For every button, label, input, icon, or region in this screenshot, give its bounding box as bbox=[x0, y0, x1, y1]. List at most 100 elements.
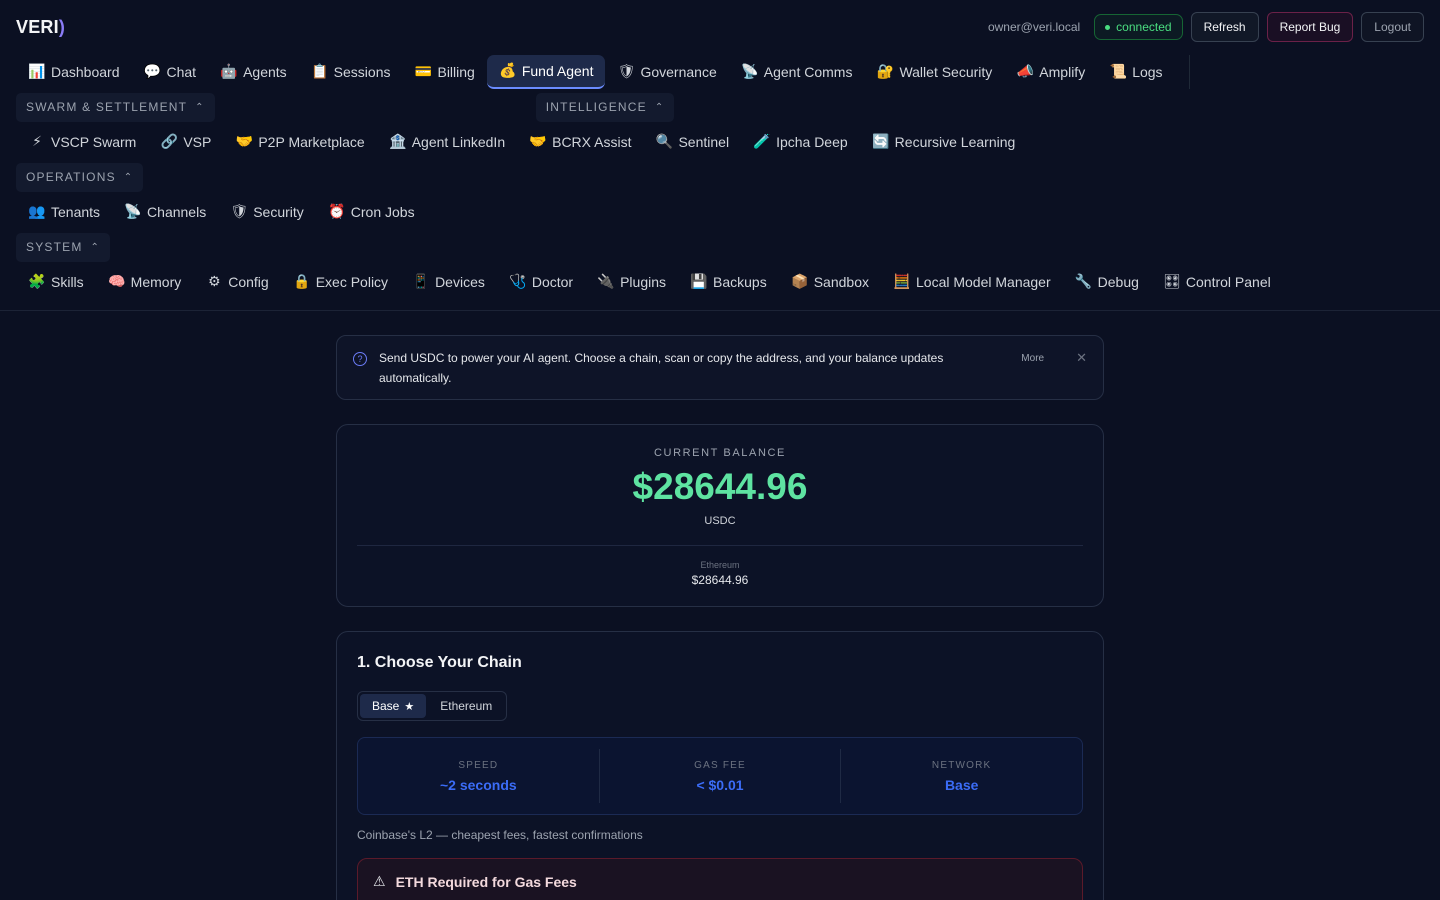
refresh-button[interactable]: Refresh bbox=[1190, 12, 1259, 42]
primary-nav: 📊 Dashboard 💬 Chat 🤖 Agents 📋 Sessions 💳 Bill… bbox=[0, 54, 1440, 90]
chart-icon: 📊 bbox=[28, 64, 46, 80]
stat-value: Base bbox=[944, 776, 979, 793]
chain-breakdown-amount: $28644.96 bbox=[691, 573, 749, 587]
nav-item-agent-comms[interactable]: 📡 Agent Comms bbox=[729, 55, 865, 89]
stat-speed: SPEED ~2 seconds bbox=[358, 749, 599, 803]
nav-item-wallet-security[interactable]: 🔐 Wallet Security bbox=[864, 55, 1004, 89]
choose-chain-card: 1. Choose Your Chain Base ★ Ethereum SPEE… bbox=[336, 631, 1104, 900]
nav-item-tenants[interactable]: 👥 Tenants bbox=[16, 195, 112, 229]
nav-item-fund-agent[interactable]: 💰 Fund Agent bbox=[486, 55, 606, 89]
nav-item-doctor[interactable]: 🩺 Doctor bbox=[497, 265, 585, 299]
nav-item-debug[interactable]: 🔧 Debug bbox=[1063, 265, 1151, 299]
info-more-link[interactable]: More bbox=[1021, 353, 1044, 364]
stat-value: < $0.01 bbox=[696, 776, 744, 793]
nav-item-vscp-swarm[interactable]: ⚡ VSCP Swarm bbox=[16, 125, 148, 159]
nav-item-vsp[interactable]: 🔗 VSP bbox=[148, 125, 223, 159]
group-toggle-operations[interactable]: OPERATIONS ⌃ bbox=[16, 162, 144, 192]
lock-icon: 🔒 bbox=[292, 274, 311, 290]
nav-item-dashboard[interactable]: 📊 Dashboard bbox=[16, 55, 132, 89]
nav-item-billing[interactable]: 💳 Billing bbox=[402, 55, 486, 89]
nav-label: BCRX Assist bbox=[552, 134, 632, 150]
nav-item-bcrx-assist[interactable]: 🤝 BCRX Assist bbox=[517, 125, 643, 159]
group-toggle-swarm[interactable]: SWARM & SETTLEMENT ⌃ bbox=[16, 92, 215, 122]
nav-item-backups[interactable]: 💾 Backups bbox=[678, 265, 779, 299]
nav-item-local-model-manager[interactable]: 🧮 Local Model Manager bbox=[881, 265, 1063, 299]
nav-item-sandbox[interactable]: 📦 Sandbox bbox=[779, 265, 881, 299]
package-icon: 📦 bbox=[791, 274, 809, 290]
section-title: 1. Choose Your Chain bbox=[357, 654, 522, 671]
nav-item-config[interactable]: ⚙ Config bbox=[193, 265, 280, 299]
group-label-text: SWARM & SETTLEMENT bbox=[26, 100, 188, 114]
info-text: Send USDC to power your AI agent. Choose… bbox=[379, 351, 944, 385]
nav-item-skills[interactable]: 🧩 Skills bbox=[16, 265, 96, 299]
nav-label: Skills bbox=[51, 274, 84, 290]
stat-value: ~2 seconds bbox=[440, 776, 517, 793]
chain-tabs: Base ★ Ethereum bbox=[357, 691, 508, 721]
nav-item-agent-linkedin[interactable]: 🏦 Agent LinkedIn bbox=[377, 125, 517, 159]
report-bug-button[interactable]: Report Bug bbox=[1266, 12, 1354, 42]
nav-item-control-panel[interactable]: 🎛 Control Panel bbox=[1151, 265, 1283, 299]
nav-label: Backups bbox=[713, 274, 767, 290]
header-actions: owner@veri.local connected Refresh Repor… bbox=[988, 12, 1424, 42]
link-icon: 🔗 bbox=[160, 134, 179, 150]
speech-bubble-icon: 💬 bbox=[143, 64, 162, 80]
credit-card-icon: 💳 bbox=[414, 64, 433, 80]
puzzle-icon: 🧩 bbox=[28, 274, 46, 290]
wrench-icon: 🔧 bbox=[1074, 274, 1093, 290]
nav-label: Wallet Security bbox=[899, 64, 993, 80]
nav-label: Agent LinkedIn bbox=[411, 134, 506, 150]
shield-icon: 🛡 bbox=[230, 204, 249, 220]
group-toggle-intelligence[interactable]: INTELLIGENCE ⌃ bbox=[535, 92, 675, 122]
tab-ethereum[interactable]: Ethereum bbox=[428, 694, 504, 718]
nav-label: Cron Jobs bbox=[350, 204, 415, 220]
tab-base[interactable]: Base ★ bbox=[360, 694, 427, 718]
gas-warning: ⚠ ETH Required for Gas Fees bbox=[357, 858, 1083, 900]
nav-item-p2p-marketplace[interactable]: 🤝 P2P Marketplace bbox=[223, 125, 376, 159]
tab-label: Ethereum bbox=[440, 699, 493, 713]
nav-item-recursive-learning[interactable]: 🔄 Recursive Learning bbox=[860, 125, 1028, 159]
status-dot-icon bbox=[1105, 24, 1111, 30]
nav-item-agents[interactable]: 🤖 Agents bbox=[208, 55, 299, 89]
nav-item-cron-jobs[interactable]: ⏰ Cron Jobs bbox=[316, 195, 427, 229]
nav-label: Chat bbox=[166, 64, 197, 80]
nav-label: Dashboard bbox=[51, 64, 120, 80]
info-icon: ? bbox=[353, 352, 367, 366]
nav-item-sessions[interactable]: 📋 Sessions bbox=[299, 55, 403, 89]
group-header-row: SYSTEM ⌃ bbox=[0, 230, 1440, 264]
swarm-nav: ⚡ VSCP Swarm 🔗 VSP 🤝 P2P Marketplace 🏦 Agent… bbox=[0, 124, 1440, 160]
nav-item-sentinel[interactable]: 🔍 Sentinel bbox=[643, 125, 741, 159]
nav-label: Logs bbox=[1132, 64, 1163, 80]
balance-divider bbox=[357, 545, 1083, 546]
balance-amount: $28644.96 bbox=[632, 466, 808, 507]
logout-button[interactable]: Logout bbox=[1361, 12, 1424, 42]
nav-label: Devices bbox=[435, 274, 485, 290]
tab-label: Base bbox=[372, 699, 400, 713]
nav-item-governance[interactable]: 🛡 Governance bbox=[605, 55, 728, 89]
nav-item-exec-policy[interactable]: 🔒 Exec Policy bbox=[281, 265, 400, 299]
group-label-text: OPERATIONS bbox=[26, 170, 116, 184]
nav-item-memory[interactable]: 🧠 Memory bbox=[96, 265, 194, 299]
balance-unit: USDC bbox=[704, 515, 736, 527]
nav-item-logs[interactable]: 📜 Logs bbox=[1097, 55, 1174, 89]
handshake-icon: 🤝 bbox=[529, 134, 547, 150]
nav-item-amplify[interactable]: 📣 Amplify bbox=[1004, 55, 1097, 89]
warning-title: ETH Required for Gas Fees bbox=[395, 874, 577, 890]
nav-item-plugins[interactable]: 🔌 Plugins bbox=[585, 265, 678, 299]
nav-label: VSCP Swarm bbox=[51, 134, 137, 150]
nav-item-devices[interactable]: 📱 Devices bbox=[400, 265, 497, 299]
nav-label: Governance bbox=[640, 64, 717, 80]
header-divider bbox=[0, 310, 1440, 311]
nav-item-security[interactable]: 🛡 Security bbox=[218, 195, 316, 229]
info-banner: ? Send USDC to power your AI agent. Choo… bbox=[336, 335, 1104, 400]
stat-label: NETWORK bbox=[931, 759, 992, 771]
chain-breakdown-name: Ethereum bbox=[700, 560, 740, 570]
nav-item-ipcha-deep[interactable]: 🧪 Ipcha Deep bbox=[741, 125, 860, 159]
nav-item-chat[interactable]: 💬 Chat bbox=[132, 55, 209, 89]
nav-label: Channels bbox=[147, 204, 207, 220]
clipboard-icon: 📋 bbox=[310, 64, 329, 80]
nav-item-channels[interactable]: 📡 Channels bbox=[112, 195, 218, 229]
abacus-icon: 🧮 bbox=[893, 274, 911, 290]
app-logo[interactable]: VERI) bbox=[16, 17, 65, 38]
close-icon[interactable]: ✕ bbox=[1076, 350, 1087, 366]
group-toggle-system[interactable]: SYSTEM ⌃ bbox=[16, 232, 111, 262]
